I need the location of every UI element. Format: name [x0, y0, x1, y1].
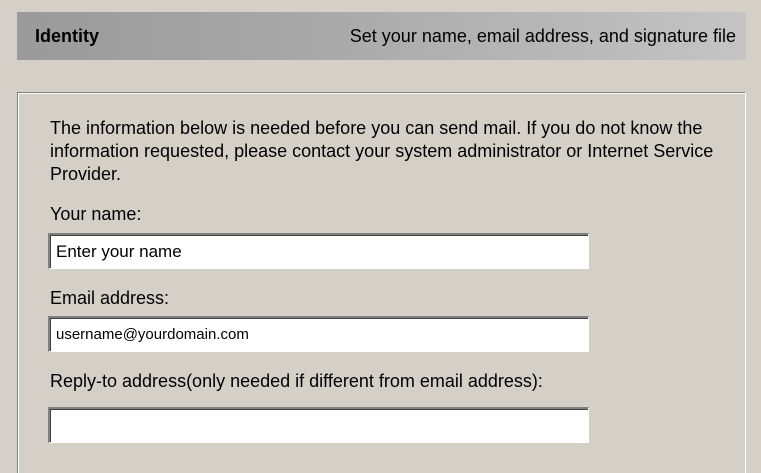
email-address-input[interactable]	[48, 316, 589, 352]
reply-to-input[interactable]	[48, 407, 589, 443]
section-title: Identity	[35, 26, 100, 46]
section-header: Identity Set your name, email address, a…	[17, 12, 746, 60]
reply-to-label: Reply-to address(only needed if differen…	[50, 371, 543, 391]
section-description: Set your name, email address, and signat…	[349, 26, 736, 46]
your-name-input[interactable]	[48, 233, 589, 269]
email-address-label: Email address:	[50, 288, 170, 308]
your-name-label: Your name:	[50, 204, 142, 224]
intro-text: The information below is needed before y…	[50, 118, 714, 184]
